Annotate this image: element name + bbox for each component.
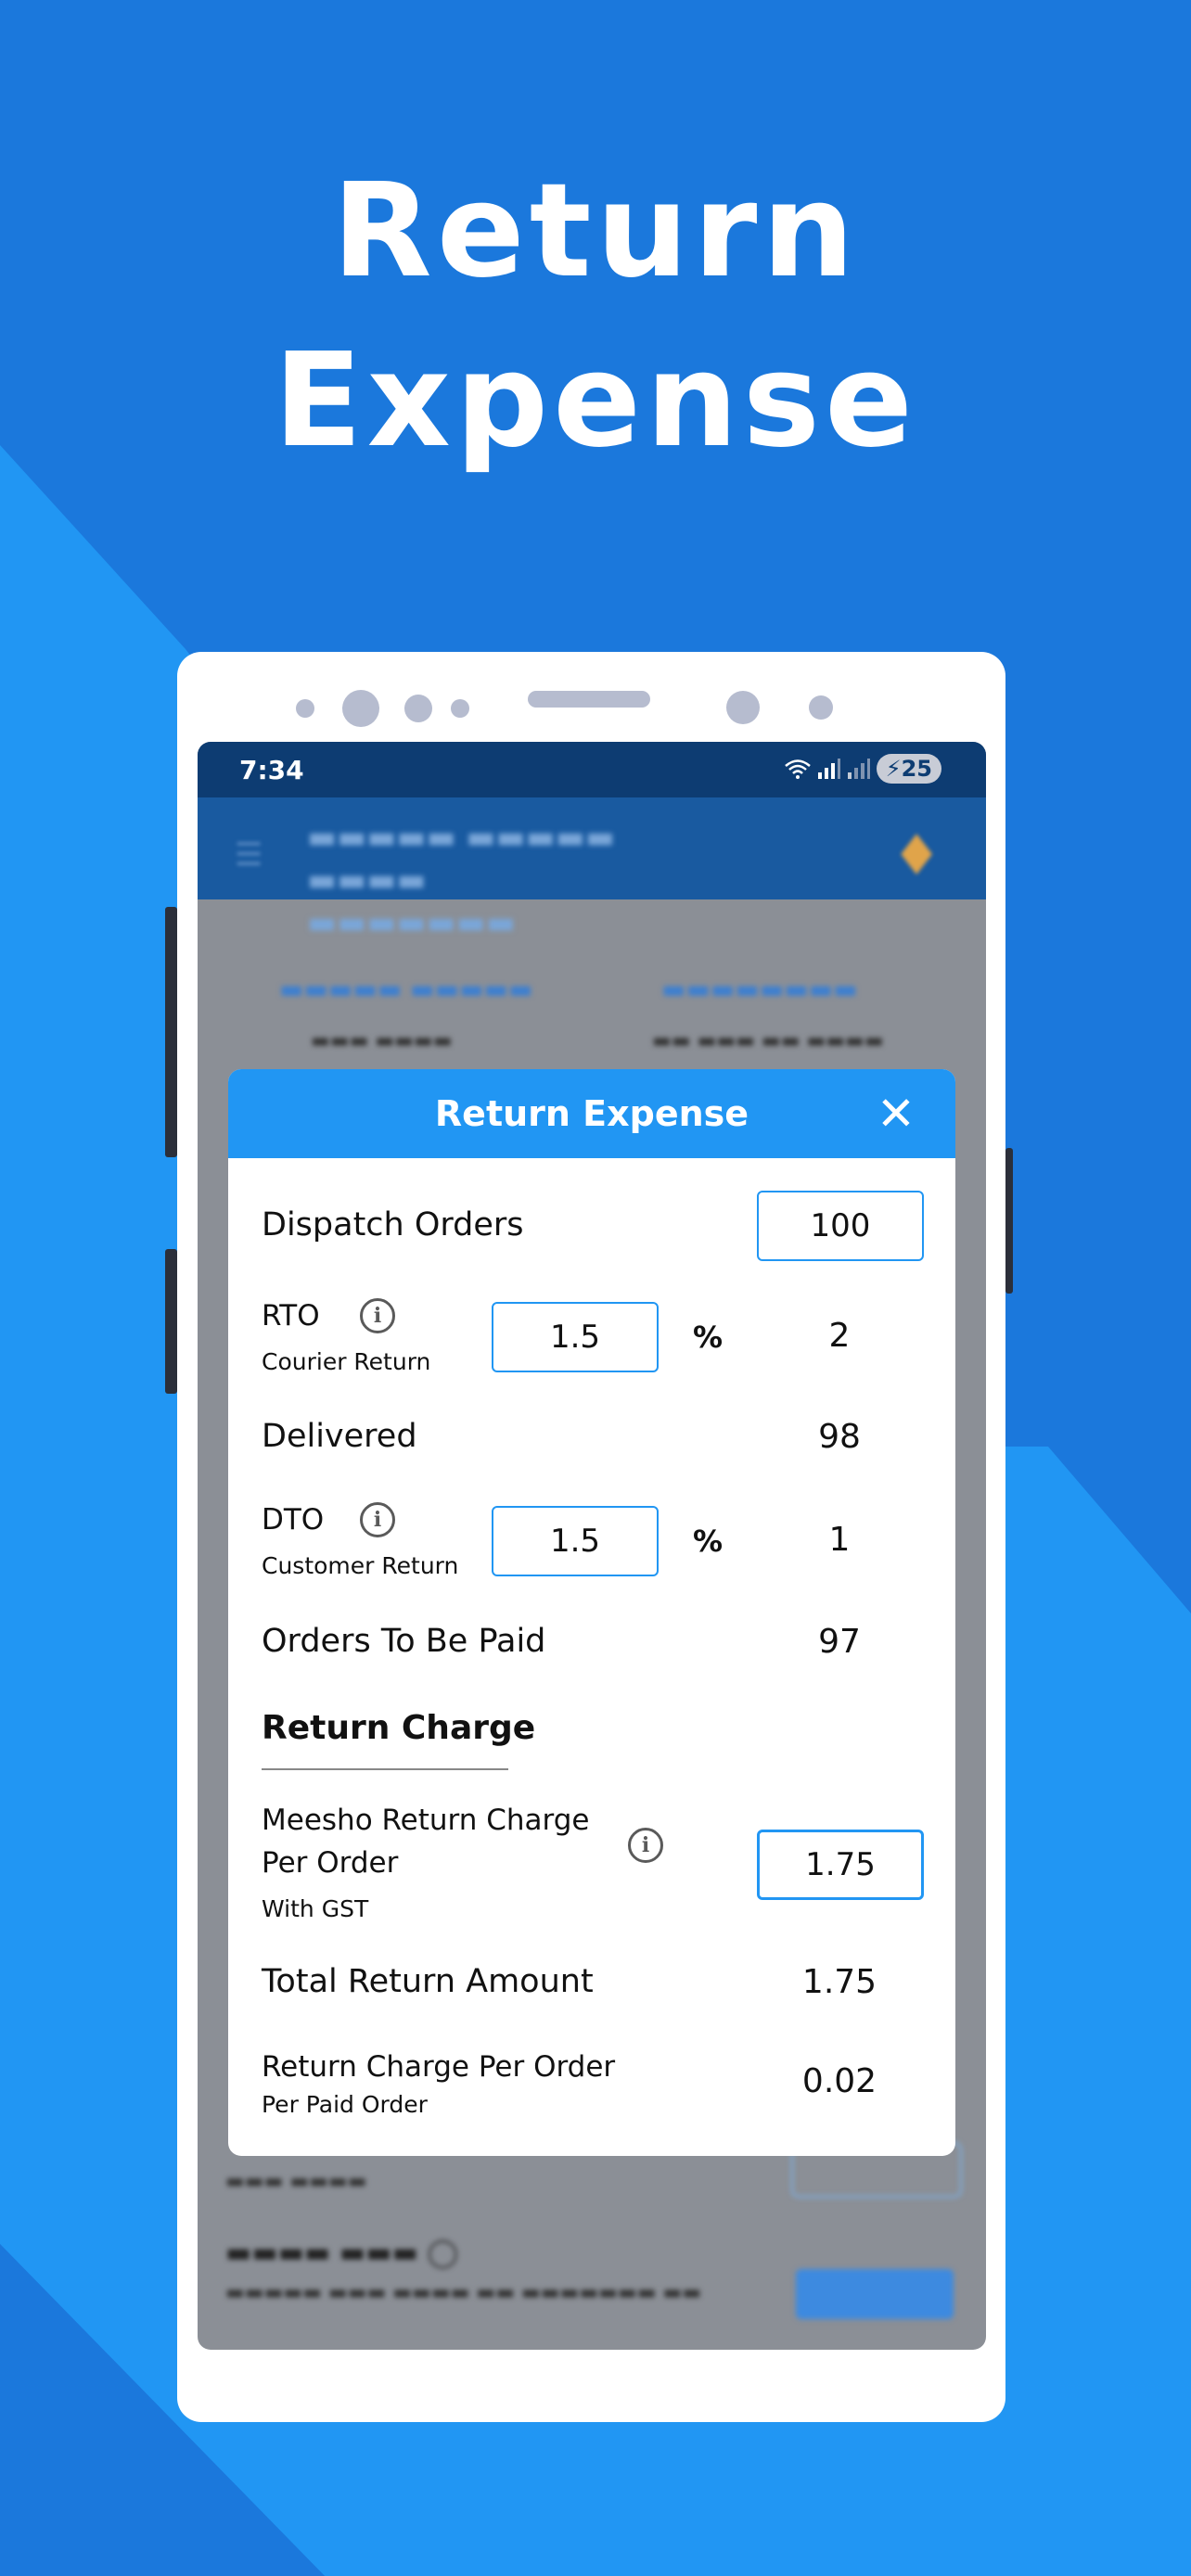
battery-level: 25 xyxy=(901,756,932,782)
dto-info-icon[interactable]: i xyxy=(360,1502,395,1537)
phone-sensor xyxy=(809,695,833,720)
background-text-blurred: ▬▬▬▬▬ ▬▬▬ ▬▬▬▬ ▬▬ ▬▬▬▬▬▬▬ ▬▬ xyxy=(225,2281,702,2304)
phone-sensor xyxy=(296,699,314,718)
battery-indicator: ⚡25 xyxy=(876,754,941,784)
rto-label: RTO xyxy=(262,1299,320,1333)
phone-sensor xyxy=(404,695,432,722)
return-charge-section-heading: Return Charge xyxy=(262,1709,536,1747)
signal-icon xyxy=(847,759,870,779)
hero-title-line-1: Return xyxy=(331,156,860,307)
app-title-blurred: ▬▬▬▬▬ ▬▬▬▬▬ ▬▬▬▬ ▬▬▬▬▬▬▬ xyxy=(307,819,616,941)
background-tab-blurred: ▬▬▬▬▬▬▬▬ xyxy=(661,974,858,1004)
meesho-return-charge-sublabel: With GST xyxy=(262,1895,369,1922)
dispatch-orders-input[interactable] xyxy=(757,1191,924,1261)
phone-camera xyxy=(726,691,760,724)
orders-to-be-paid-label: Orders To Be Paid xyxy=(262,1623,546,1660)
orders-to-be-paid-value: 97 xyxy=(818,1623,861,1661)
wifi-icon xyxy=(784,759,811,779)
dto-percent-input[interactable] xyxy=(492,1506,659,1576)
phone-side-button xyxy=(1005,1148,1013,1294)
dialog-title: Return Expense xyxy=(434,1093,749,1134)
dto-percent-symbol: % xyxy=(693,1524,724,1559)
hero-title-line-2: Expense xyxy=(273,325,918,477)
return-expense-dialog: Return Expense ✕ Dispatch Orders RTO i C… xyxy=(228,1069,955,2156)
dto-label: DTO xyxy=(262,1503,325,1537)
meesho-return-charge-input[interactable] xyxy=(757,1830,924,1900)
status-time: 7:34 xyxy=(239,755,304,785)
background-text-blurred: ▬▬ ▬▬▬ ▬▬ ▬▬▬▬ xyxy=(652,1029,884,1052)
phone-sensor xyxy=(451,699,469,718)
phone-camera xyxy=(342,690,379,727)
close-icon[interactable]: ✕ xyxy=(876,1090,916,1137)
dto-sublabel: Customer Return xyxy=(262,1552,459,1579)
status-bar: 7:34 ⚡25 xyxy=(198,742,986,797)
background-text-blurred: ▬▬▬▬ ▬▬▬ ◯ xyxy=(225,2237,459,2269)
total-return-amount-label: Total Return Amount xyxy=(262,1963,594,2000)
return-charge-per-order-label: Return Charge Per Order xyxy=(262,2050,616,2084)
return-charge-per-order-sublabel: Per Paid Order xyxy=(262,2091,428,2118)
background-button-blurred xyxy=(796,2269,954,2319)
phone-side-button xyxy=(165,907,177,1157)
phone-side-button xyxy=(165,1249,177,1394)
return-charge-per-order-value: 0.02 xyxy=(801,2062,877,2100)
dispatch-orders-label: Dispatch Orders xyxy=(262,1206,524,1243)
background-tab-blurred: ▬▬▬▬▬ ▬▬▬▬▬ xyxy=(279,974,533,1004)
charging-icon: ⚡ xyxy=(885,756,902,782)
phone-speaker xyxy=(528,691,650,708)
rto-percent-input[interactable] xyxy=(492,1302,659,1372)
meesho-return-charge-label-line2: Per Order xyxy=(262,1846,399,1880)
meesho-return-charge-info-icon[interactable]: i xyxy=(628,1828,663,1863)
rto-result: 2 xyxy=(828,1317,851,1355)
premium-icon[interactable]: ♦ xyxy=(891,823,941,888)
rto-info-icon[interactable]: i xyxy=(360,1298,395,1333)
menu-icon[interactable]: ☰ xyxy=(235,836,263,874)
delivered-label: Delivered xyxy=(262,1418,417,1455)
status-icons: ⚡25 xyxy=(784,753,941,784)
section-divider xyxy=(262,1768,508,1770)
rto-percent-symbol: % xyxy=(693,1320,724,1355)
signal-icon xyxy=(817,759,840,779)
app-bar: ☰ ▬▬▬▬▬ ▬▬▬▬▬ ▬▬▬▬ ▬▬▬▬▬▬▬ ♦ xyxy=(198,797,986,941)
delivered-value: 98 xyxy=(818,1418,861,1456)
rto-sublabel: Courier Return xyxy=(262,1348,431,1375)
meesho-return-charge-label-line1: Meesho Return Charge xyxy=(262,1804,590,1837)
background-text-blurred: ▬▬▬ ▬▬▬▬ xyxy=(311,1029,453,1052)
background-text-blurred: ▬▬▬ ▬▬▬▬ xyxy=(225,2170,367,2193)
total-return-amount-value: 1.75 xyxy=(801,1963,877,2001)
dto-result: 1 xyxy=(828,1521,851,1559)
